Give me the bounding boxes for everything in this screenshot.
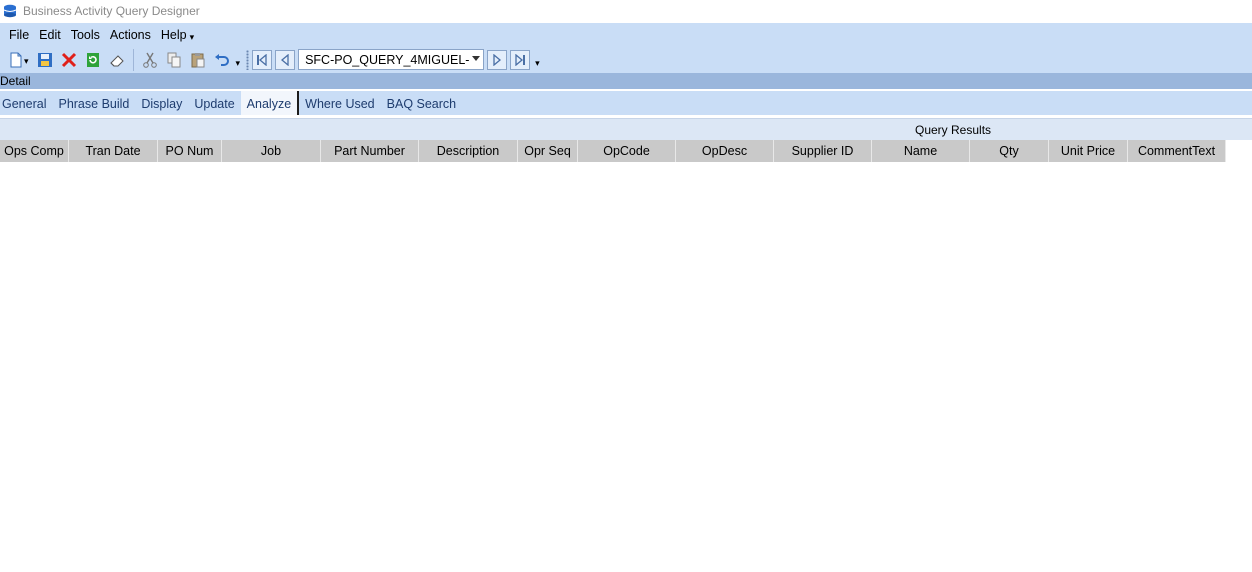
title-bar: Business Activity Query Designer <box>0 0 1252 22</box>
toolbar-grip[interactable] <box>246 49 250 70</box>
paste-icon[interactable] <box>186 48 210 72</box>
query-select[interactable]: SFC-PO_QUERY_4MIGUEL-( <box>298 49 485 70</box>
column-header-ops-comp[interactable]: Ops Comp <box>0 140 69 162</box>
toolbar-overflow-icon[interactable]: ▾ <box>236 58 241 69</box>
column-header-opcode[interactable]: OpCode <box>578 140 676 162</box>
new-dropdown-icon[interactable]: ▾ <box>24 56 29 67</box>
column-header-part-number[interactable]: Part Number <box>321 140 419 162</box>
column-header-tran-date[interactable]: Tran Date <box>69 140 158 162</box>
delete-icon[interactable] <box>57 48 81 72</box>
column-header-job[interactable]: Job <box>222 140 321 162</box>
tab-display[interactable]: Display <box>135 91 188 115</box>
column-header-name[interactable]: Name <box>872 140 970 162</box>
copy-icon[interactable] <box>162 48 186 72</box>
menu-edit[interactable]: Edit <box>34 28 66 42</box>
chevron-down-icon[interactable] <box>472 56 481 61</box>
first-record-icon[interactable] <box>252 49 273 70</box>
column-header-commenttext[interactable]: CommentText <box>1128 140 1226 162</box>
menu-overflow-icon[interactable]: ▾ <box>190 32 195 43</box>
previous-record-icon[interactable] <box>275 49 296 70</box>
nav-overflow-icon[interactable]: ▾ <box>535 58 540 69</box>
clear-eraser-icon[interactable] <box>105 48 129 72</box>
toolbar: ▾ ▾ SFC-PO_QUERY_4MIGUEL-( ▾ <box>0 46 1252 73</box>
menu-file[interactable]: File <box>4 28 34 42</box>
query-select-value: SFC-PO_QUERY_4MIGUEL-( <box>305 52 470 67</box>
tab-phrase-build[interactable]: Phrase Build <box>52 91 135 115</box>
save-icon[interactable] <box>33 48 57 72</box>
column-header-qty[interactable]: Qty <box>970 140 1049 162</box>
tab-baq-search[interactable]: BAQ Search <box>381 91 462 115</box>
next-record-icon[interactable] <box>487 49 508 70</box>
tab-where-used[interactable]: Where Used <box>299 91 380 115</box>
cut-icon[interactable] <box>138 48 162 72</box>
tab-general[interactable]: General <box>0 91 52 115</box>
refresh-icon[interactable] <box>81 48 105 72</box>
tab-analyze[interactable]: Analyze <box>240 91 300 115</box>
last-record-icon[interactable] <box>510 49 531 70</box>
column-header-opr-seq[interactable]: Opr Seq <box>518 140 578 162</box>
menu-tools[interactable]: Tools <box>66 28 105 42</box>
column-header-opdesc[interactable]: OpDesc <box>676 140 774 162</box>
tab-update[interactable]: Update <box>188 91 240 115</box>
column-header-po-num[interactable]: PO Num <box>158 140 222 162</box>
database-icon <box>2 3 18 19</box>
detail-panel-header: Detail <box>0 73 1252 89</box>
column-header-description[interactable]: Description <box>419 140 518 162</box>
query-results-header: Query Results <box>0 118 1252 140</box>
query-results-title: Query Results <box>915 123 992 137</box>
tab-strip: General Phrase Build Display Update Anal… <box>0 91 1252 115</box>
column-header-supplier-id[interactable]: Supplier ID <box>774 140 872 162</box>
menu-actions[interactable]: Actions <box>105 28 156 42</box>
menu-help[interactable]: Help <box>156 28 192 42</box>
undo-icon[interactable] <box>210 48 234 72</box>
toolbar-separator <box>132 48 134 71</box>
menu-bar: File Edit Tools Actions Help ▾ <box>0 23 1252 46</box>
column-header-unit-price[interactable]: Unit Price <box>1049 140 1128 162</box>
window-title: Business Activity Query Designer <box>23 4 200 18</box>
results-grid-header: Ops Comp Tran Date PO Num Job Part Numbe… <box>0 140 1226 162</box>
